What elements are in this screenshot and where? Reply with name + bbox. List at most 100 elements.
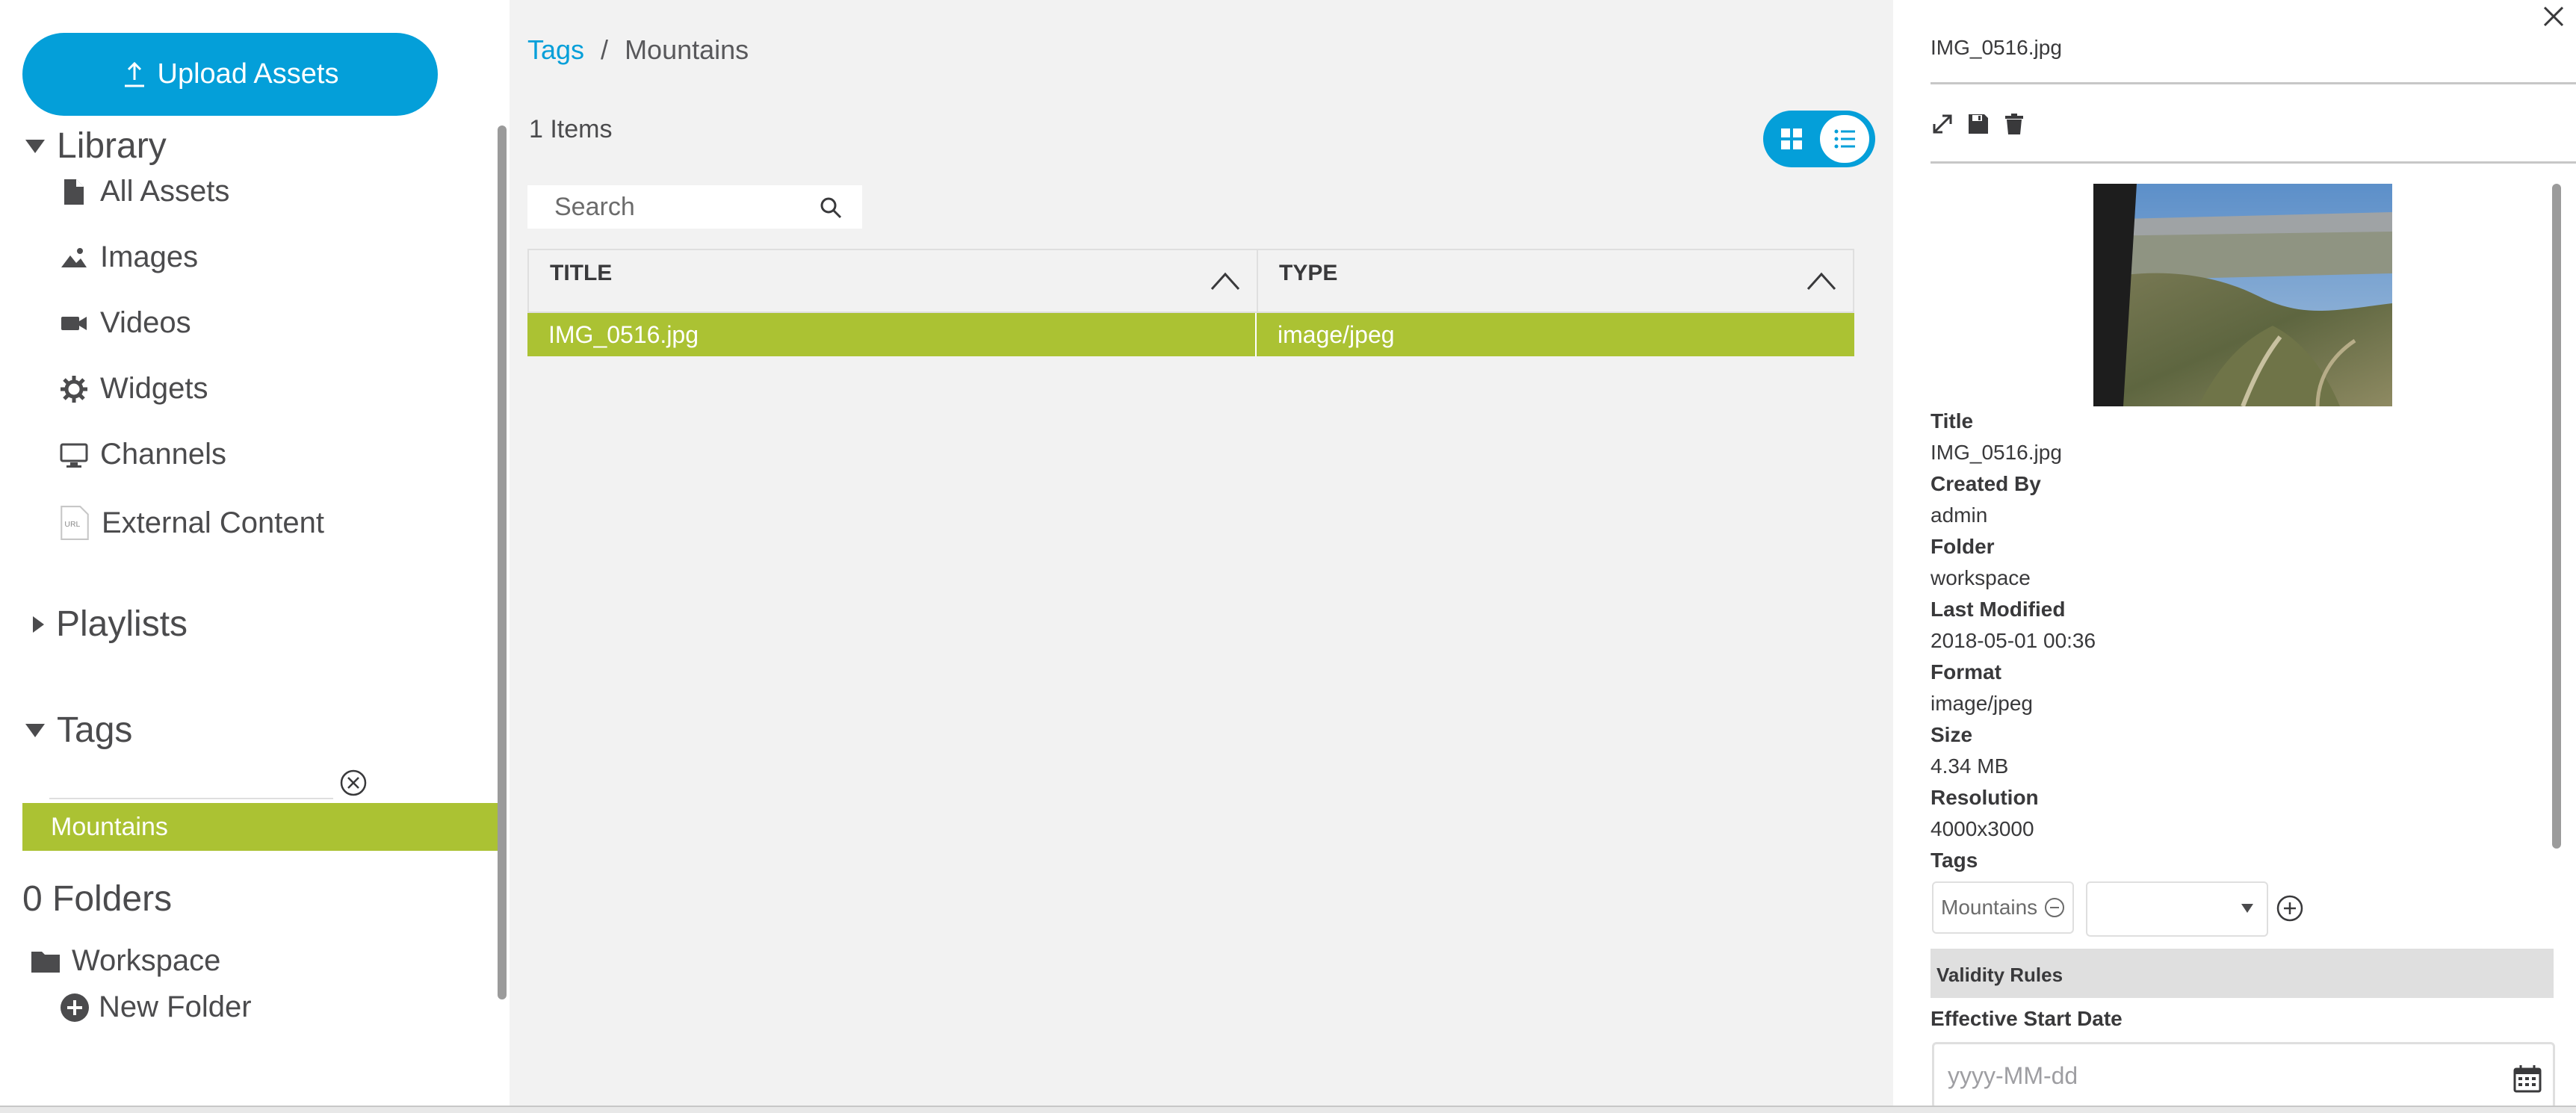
search-box — [527, 185, 862, 229]
column-header-title[interactable]: TITLE — [529, 250, 1258, 311]
table-row[interactable]: IMG_0516.jpg image/jpeg — [527, 313, 1854, 356]
tag-filter-input[interactable] — [49, 765, 333, 799]
sidebar-item-channels[interactable]: Channels — [60, 438, 226, 471]
sidebar-item-images[interactable]: Images — [60, 241, 198, 274]
chevron-down-icon — [25, 723, 45, 737]
breadcrumb-link-tags[interactable]: Tags — [527, 34, 584, 66]
list-view-button[interactable] — [1820, 115, 1869, 163]
search-input[interactable] — [554, 192, 801, 222]
file-icon — [64, 179, 84, 205]
sidebar-item-label: Images — [100, 241, 199, 273]
image-icon — [61, 247, 87, 267]
mountain-photo — [2093, 184, 2392, 406]
folder-icon — [31, 951, 60, 973]
cell-type: image/jpeg — [1278, 320, 1395, 348]
new-folder-label: New Folder — [99, 990, 252, 1023]
sidebar: Upload Assets Library All Assets Images … — [0, 0, 510, 1106]
tags-section-toggle[interactable]: Tags — [25, 710, 132, 751]
sidebar-scrollbar[interactable] — [498, 125, 507, 999]
tag-item-mountains[interactable]: Mountains — [22, 803, 498, 851]
effective-start-date-input[interactable] — [1948, 1061, 2471, 1090]
expand-icon[interactable] — [1931, 112, 1954, 136]
upload-icon — [124, 61, 144, 87]
validity-rules-header: Validity Rules — [1931, 949, 2554, 998]
sidebar-item-label: All Assets — [100, 175, 230, 208]
plus-circle-icon — [61, 993, 89, 1022]
chevron-up-icon — [1210, 272, 1240, 291]
table-header: TITLE TYPE — [527, 249, 1854, 313]
search-icon[interactable] — [819, 196, 843, 220]
grid-view-icon[interactable] — [1780, 127, 1803, 151]
tag-item-label: Mountains — [51, 812, 168, 841]
trash-icon[interactable] — [2002, 112, 2026, 136]
playlists-heading: Playlists — [56, 604, 188, 644]
folders-heading: 0 Folders — [22, 879, 173, 919]
svg-text:URL: URL — [64, 521, 80, 529]
detail-size-value: 4.34 MB — [1931, 754, 2009, 778]
detail-created-by-label: Created By — [1931, 472, 2041, 495]
sidebar-item-external-content[interactable]: URL External Content — [60, 505, 324, 541]
panel-file-name: IMG_0516.jpg — [1931, 36, 2062, 59]
gear-icon — [61, 375, 87, 403]
sidebar-item-all-assets[interactable]: All Assets — [60, 175, 229, 208]
item-count: 1 Items — [529, 115, 613, 143]
upload-assets-button[interactable]: Upload Assets — [22, 33, 438, 116]
sidebar-item-label: Videos — [100, 306, 191, 339]
video-icon — [61, 316, 87, 330]
remove-circle-icon[interactable] — [2043, 896, 2066, 919]
detail-modified-label: Last Modified — [1931, 598, 2066, 621]
playlists-section-toggle[interactable]: Playlists — [25, 604, 188, 645]
tag-select-dropdown[interactable] — [2086, 881, 2268, 937]
clear-circle-icon[interactable] — [339, 769, 368, 797]
effective-start-date-field — [1932, 1042, 2555, 1109]
breadcrumb: Tags / Mountains — [527, 34, 749, 66]
library-section-toggle[interactable]: Library — [25, 125, 167, 167]
detail-created-by-value: admin — [1931, 503, 1988, 527]
view-toggle — [1763, 111, 1875, 167]
sidebar-item-label: External Content — [102, 506, 324, 539]
column-header-label: TITLE — [550, 261, 613, 285]
library-heading: Library — [57, 126, 167, 166]
sidebar-item-widgets[interactable]: Widgets — [60, 372, 208, 406]
detail-title-label: Title — [1931, 409, 1974, 433]
close-icon[interactable] — [2540, 3, 2567, 30]
detail-folder-label: Folder — [1931, 535, 1995, 558]
detail-format-value: image/jpeg — [1931, 692, 2033, 715]
chevron-right-icon — [33, 616, 44, 633]
panel-toolbar — [1931, 112, 2026, 136]
folder-label: Workspace — [72, 944, 221, 977]
folder-workspace[interactable]: Workspace — [30, 944, 220, 978]
chevron-down-icon — [25, 139, 45, 153]
breadcrumb-current: Mountains — [625, 34, 749, 65]
asset-preview-image — [2093, 184, 2392, 406]
column-header-type[interactable]: TYPE — [1258, 250, 1853, 311]
dropdown-arrow-icon — [2241, 904, 2253, 913]
breadcrumb-separator: / — [601, 34, 609, 65]
tags-heading: Tags — [57, 710, 133, 750]
tag-chip: Mountains — [1932, 881, 2074, 934]
detail-modified-value: 2018-05-01 00:36 — [1931, 629, 2096, 652]
column-header-label: TYPE — [1279, 261, 1338, 285]
save-icon[interactable] — [1966, 112, 1990, 136]
chevron-up-icon — [1806, 272, 1836, 291]
app-page: Upload Assets Library All Assets Images … — [0, 0, 2576, 1113]
add-circle-icon[interactable] — [2276, 894, 2304, 923]
main-content: Tags / Mountains 1 Items TITLE TYPE — [510, 0, 1893, 1106]
sidebar-item-videos[interactable]: Videos — [60, 306, 191, 340]
detail-format-label: Format — [1931, 660, 2001, 683]
sidebar-item-label: Widgets — [100, 372, 208, 405]
panel-scrollbar[interactable] — [2552, 184, 2561, 849]
tag-chip-label: Mountains — [1941, 896, 2038, 919]
divider — [1931, 161, 2576, 164]
monitor-icon — [60, 443, 88, 468]
list-view-icon — [1834, 129, 1855, 149]
window-bottom-edge — [0, 1106, 2576, 1113]
detail-title-value: IMG_0516.jpg — [1931, 441, 2062, 464]
new-folder-button[interactable]: New Folder — [60, 990, 252, 1024]
detail-tags-label: Tags — [1931, 849, 1978, 872]
url-icon: URL — [61, 506, 89, 540]
detail-resolution-value: 4000x3000 — [1931, 817, 2034, 840]
effective-start-label: Effective Start Date — [1931, 1007, 2123, 1030]
detail-size-label: Size — [1931, 723, 1973, 746]
calendar-icon[interactable] — [2512, 1064, 2542, 1094]
